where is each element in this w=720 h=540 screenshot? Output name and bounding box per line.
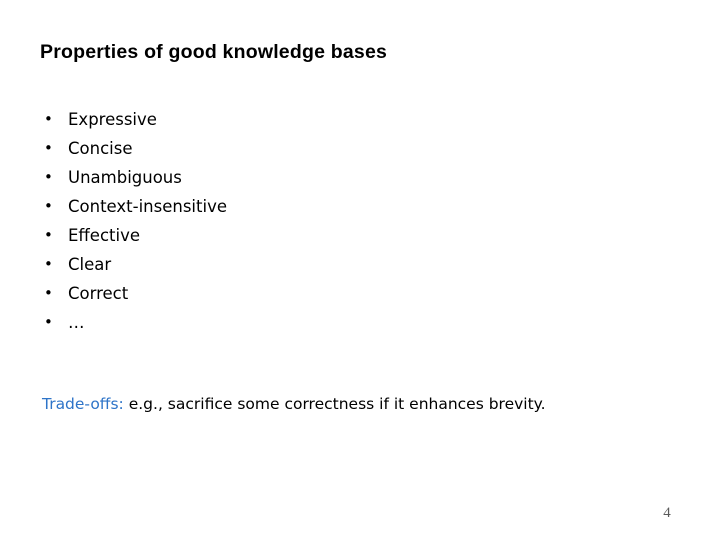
tradeoffs-body: e.g., sacrifice some correctness if it e…	[124, 395, 546, 413]
page-number: 4	[663, 505, 671, 521]
page-title: Properties of good knowledge bases	[40, 41, 388, 63]
list-item: • Concise	[40, 134, 600, 163]
list-item-label: Clear	[68, 255, 112, 274]
list-item: • Clear	[40, 250, 600, 279]
bullet-icon: •	[44, 197, 53, 215]
bullet-icon: •	[44, 313, 53, 331]
list-item-label: Expressive	[68, 110, 157, 129]
list-item-label: Context-insensitive	[68, 197, 227, 216]
properties-bullet-list: • Expressive • Concise • Unambiguous • C…	[40, 105, 600, 337]
bullet-icon: •	[44, 168, 53, 186]
list-item: • Unambiguous	[40, 163, 600, 192]
list-item-label: Effective	[68, 226, 140, 245]
tradeoffs-body-text: e.g., sacrifice some correctness if it e…	[128, 395, 546, 413]
list-item: • Effective	[40, 221, 600, 250]
tradeoffs-note: Trade-offs: e.g., sacrifice some correct…	[42, 394, 546, 414]
list-item: • Expressive	[40, 105, 600, 134]
bullet-icon: •	[44, 255, 53, 273]
bullet-icon: •	[44, 284, 53, 302]
bullet-icon: •	[44, 226, 53, 244]
list-item-label: Unambiguous	[68, 168, 182, 187]
list-item-label: Concise	[68, 139, 133, 158]
bullet-icon: •	[44, 110, 53, 128]
tradeoffs-label: Trade-offs:	[42, 395, 124, 413]
list-item: • Context-insensitive	[40, 192, 600, 221]
list-item-label: Correct	[68, 284, 129, 303]
bullet-icon: •	[44, 139, 53, 157]
list-item: • …	[40, 308, 600, 337]
slide-canvas: Properties of good knowledge bases • Exp…	[0, 0, 720, 540]
list-item: • Correct	[40, 279, 600, 308]
list-item-label: …	[68, 313, 85, 332]
